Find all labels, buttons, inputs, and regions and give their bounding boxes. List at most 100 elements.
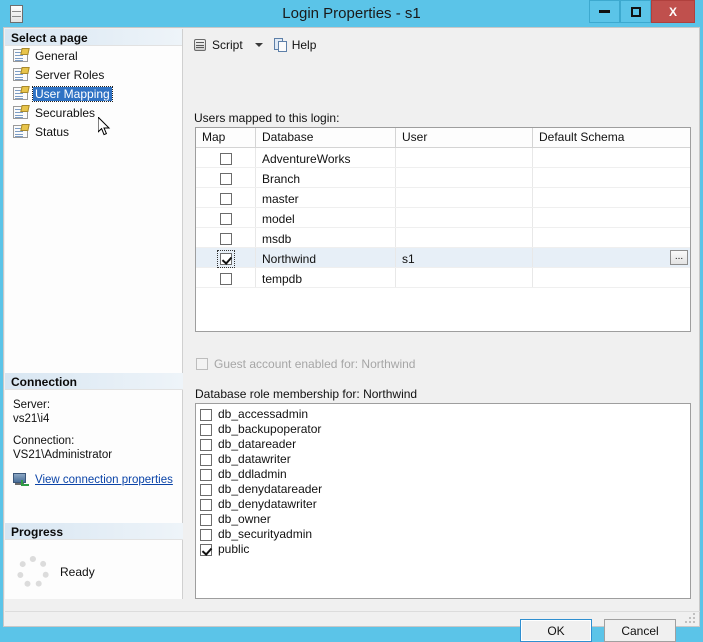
map-checkbox[interactable] bbox=[219, 152, 232, 165]
database-cell[interactable]: tempdb bbox=[256, 268, 396, 287]
default-schema-cell[interactable] bbox=[533, 188, 690, 207]
map-cell[interactable] bbox=[196, 148, 256, 167]
left-pane: Select a page General Server Roles User … bbox=[5, 29, 183, 599]
user-cell[interactable] bbox=[396, 188, 533, 207]
list-item[interactable]: db_owner bbox=[200, 512, 690, 527]
schema-browse-button[interactable]: ... bbox=[670, 250, 688, 265]
table-row[interactable]: msdb bbox=[196, 228, 690, 248]
map-cell[interactable] bbox=[196, 168, 256, 187]
table-row[interactable]: master bbox=[196, 188, 690, 208]
list-item[interactable]: db_securityadmin bbox=[200, 527, 690, 542]
role-label: db_securityadmin bbox=[218, 527, 313, 541]
maximize-icon bbox=[630, 6, 641, 17]
database-cell[interactable]: Branch bbox=[256, 168, 396, 187]
user-cell[interactable] bbox=[396, 168, 533, 187]
role-checkbox[interactable] bbox=[200, 468, 212, 481]
close-button[interactable]: X bbox=[651, 0, 695, 23]
footer-separator bbox=[5, 611, 700, 612]
list-item[interactable]: db_denydatawriter bbox=[200, 497, 690, 512]
connection-label: Connection: bbox=[13, 435, 75, 447]
role-label: public bbox=[218, 542, 250, 556]
help-button[interactable]: Help bbox=[271, 36, 320, 55]
script-button[interactable]: Script bbox=[190, 36, 246, 55]
sidebar-item-server-roles[interactable]: Server Roles bbox=[5, 65, 182, 84]
sidebar-item-label: Securables bbox=[35, 105, 96, 120]
map-checkbox[interactable] bbox=[219, 192, 232, 205]
list-item[interactable]: db_accessadmin bbox=[200, 407, 690, 422]
chevron-down-icon[interactable] bbox=[254, 43, 263, 47]
map-cell[interactable] bbox=[196, 208, 256, 227]
table-row[interactable]: tempdb bbox=[196, 268, 690, 288]
role-checkbox[interactable] bbox=[200, 423, 212, 436]
database-cell[interactable]: model bbox=[256, 208, 396, 227]
default-schema-cell[interactable]: ... bbox=[533, 248, 690, 267]
role-checkbox[interactable] bbox=[200, 498, 212, 511]
sidebar-item-securables[interactable]: Securables bbox=[5, 103, 182, 122]
map-cell[interactable] bbox=[196, 248, 256, 268]
role-label: db_denydatareader bbox=[218, 482, 323, 496]
list-item[interactable]: public bbox=[200, 542, 690, 557]
map-checkbox[interactable] bbox=[219, 212, 232, 225]
sidebar-item-label: Status bbox=[35, 124, 70, 139]
user-cell[interactable] bbox=[396, 208, 533, 227]
role-checkbox[interactable] bbox=[200, 438, 212, 451]
map-checkbox[interactable] bbox=[216, 249, 235, 268]
map-checkbox[interactable] bbox=[219, 272, 232, 285]
help-icon bbox=[273, 37, 288, 53]
page-icon bbox=[13, 105, 30, 119]
user-cell[interactable]: s1 bbox=[396, 248, 533, 267]
map-checkbox[interactable] bbox=[219, 232, 232, 245]
default-schema-cell[interactable] bbox=[533, 208, 690, 227]
default-schema-cell[interactable] bbox=[533, 148, 690, 167]
database-cell[interactable]: msdb bbox=[256, 228, 396, 247]
sidebar-item-general[interactable]: General bbox=[5, 46, 182, 65]
sidebar-item-status[interactable]: Status bbox=[5, 122, 182, 141]
role-checkbox[interactable] bbox=[200, 483, 212, 496]
role-checkbox[interactable] bbox=[200, 408, 212, 421]
minimize-button[interactable] bbox=[589, 0, 620, 23]
view-connection-properties-row[interactable]: View connection properties bbox=[13, 473, 183, 487]
sidebar-item-user-mapping[interactable]: User Mapping bbox=[5, 84, 182, 103]
user-cell[interactable] bbox=[396, 148, 533, 167]
map-cell[interactable] bbox=[196, 228, 256, 247]
list-item[interactable]: db_datareader bbox=[200, 437, 690, 452]
database-cell[interactable]: AdventureWorks bbox=[256, 148, 396, 167]
view-connection-properties-link[interactable]: View connection properties bbox=[35, 473, 173, 487]
table-row[interactable]: model bbox=[196, 208, 690, 228]
list-item[interactable]: db_backupoperator bbox=[200, 422, 690, 437]
role-checkbox[interactable] bbox=[200, 513, 212, 526]
database-role-list[interactable]: db_accessadmin db_backupoperator db_data… bbox=[195, 403, 691, 599]
list-item[interactable]: db_ddladmin bbox=[200, 467, 690, 482]
select-a-page-heading: Select a page bbox=[5, 29, 182, 46]
default-schema-cell[interactable] bbox=[533, 168, 690, 187]
column-header-map[interactable]: Map bbox=[196, 128, 256, 147]
map-cell[interactable] bbox=[196, 268, 256, 287]
minimize-icon bbox=[599, 10, 610, 13]
user-cell[interactable] bbox=[396, 228, 533, 247]
database-cell[interactable]: Northwind bbox=[256, 248, 396, 267]
table-row[interactable]: Branch bbox=[196, 168, 690, 188]
table-row[interactable]: Northwind s1 ... bbox=[196, 248, 690, 268]
role-checkbox[interactable] bbox=[200, 543, 212, 556]
default-schema-cell[interactable] bbox=[533, 228, 690, 247]
table-row[interactable]: AdventureWorks bbox=[196, 148, 690, 168]
user-cell[interactable] bbox=[396, 268, 533, 287]
map-cell[interactable] bbox=[196, 188, 256, 207]
map-checkbox[interactable] bbox=[219, 172, 232, 185]
resize-grip[interactable] bbox=[685, 613, 695, 623]
ok-button[interactable]: OK bbox=[520, 619, 592, 642]
column-header-default-schema[interactable]: Default Schema bbox=[533, 128, 690, 147]
column-header-user[interactable]: User bbox=[396, 128, 533, 147]
progress-heading: Progress bbox=[5, 523, 183, 540]
database-cell[interactable]: master bbox=[256, 188, 396, 207]
user-mapping-grid[interactable]: Map Database User Default Schema Adventu… bbox=[195, 127, 691, 332]
cancel-button[interactable]: Cancel bbox=[604, 619, 676, 642]
list-item[interactable]: db_datawriter bbox=[200, 452, 690, 467]
default-schema-cell[interactable] bbox=[533, 268, 690, 287]
list-item[interactable]: db_denydatareader bbox=[200, 482, 690, 497]
script-icon bbox=[193, 38, 208, 53]
column-header-database[interactable]: Database bbox=[256, 128, 396, 147]
maximize-button[interactable] bbox=[620, 0, 651, 23]
role-checkbox[interactable] bbox=[200, 528, 212, 541]
role-checkbox[interactable] bbox=[200, 453, 212, 466]
